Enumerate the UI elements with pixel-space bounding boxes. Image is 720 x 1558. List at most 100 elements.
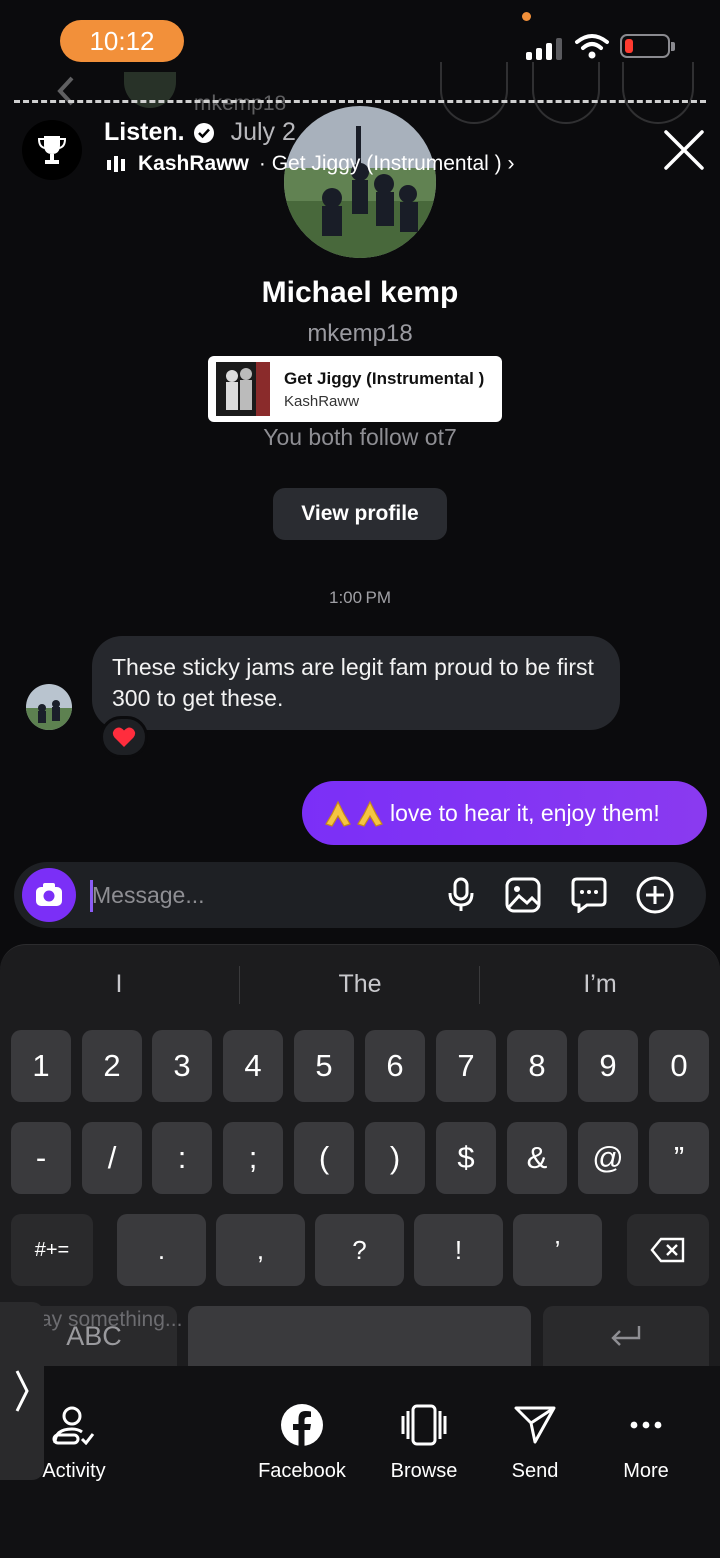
browse-button[interactable]: Browse xyxy=(369,1396,479,1483)
profile-name: Michael kemp xyxy=(261,276,459,309)
ghost-header-handle: mkemp18 xyxy=(194,92,287,115)
key[interactable]: & xyxy=(507,1122,567,1194)
heart-icon xyxy=(112,727,136,747)
action-label: Activity xyxy=(42,1460,106,1482)
add-content-button[interactable] xyxy=(634,874,676,916)
facebook-icon xyxy=(281,1404,323,1447)
backspace-icon xyxy=(650,1237,685,1263)
gallery-button[interactable] xyxy=(502,874,544,916)
key[interactable]: 8 xyxy=(507,1030,567,1102)
outgoing-message-bubble[interactable]: love to hear it, enjoy them! xyxy=(302,781,707,845)
story-account-avatar[interactable] xyxy=(22,120,82,180)
wifi-icon xyxy=(575,34,609,59)
key[interactable]: ! xyxy=(414,1214,503,1286)
story-date: July 2 xyxy=(230,118,296,146)
profile-avatar[interactable] xyxy=(284,106,436,258)
more-button[interactable]: More xyxy=(591,1396,701,1483)
suggestion-3[interactable]: I’m xyxy=(481,970,719,1006)
story-progress-bar xyxy=(14,100,706,103)
key[interactable]: ’ xyxy=(513,1214,602,1286)
sticker-song-title: Get Jiggy (Instrumental ) xyxy=(284,368,485,388)
close-icon[interactable] xyxy=(662,128,706,172)
battery-icon xyxy=(620,34,675,58)
key[interactable]: ( xyxy=(294,1122,354,1194)
verified-badge-icon xyxy=(193,122,214,143)
key[interactable]: ; xyxy=(223,1122,283,1194)
key[interactable]: ) xyxy=(365,1122,425,1194)
key[interactable]: 3 xyxy=(152,1030,212,1102)
action-label: Send xyxy=(511,1460,559,1482)
key[interactable]: 9 xyxy=(578,1030,638,1102)
action-label: Browse xyxy=(390,1460,458,1482)
delete-key[interactable] xyxy=(627,1214,709,1286)
image-icon xyxy=(505,877,541,913)
trophy-icon xyxy=(37,136,67,164)
action-label: Facebook xyxy=(258,1460,346,1482)
key[interactable]: $ xyxy=(436,1122,496,1194)
profile-handle: mkemp18 xyxy=(307,320,413,347)
sender-avatar[interactable] xyxy=(26,684,72,730)
facebook-button[interactable]: Facebook xyxy=(247,1396,357,1483)
key[interactable]: . xyxy=(117,1214,206,1286)
space-key[interactable] xyxy=(188,1306,531,1366)
praying-hands-emoji xyxy=(322,798,386,828)
status-time: 10:12 xyxy=(60,20,184,62)
send-button[interactable]: Send xyxy=(480,1396,590,1483)
suggestion-divider xyxy=(479,966,480,1004)
key[interactable]: 6 xyxy=(365,1030,425,1102)
suggestion-1[interactable]: I xyxy=(0,970,238,1006)
incoming-message-bubble[interactable]: These sticky jams are legit fam proud to… xyxy=(92,636,620,730)
story-artist: KashRaww xyxy=(138,152,249,175)
ghost-phone-circle xyxy=(532,62,600,124)
ghost-audio-call-circle xyxy=(440,62,508,124)
sticker-button[interactable] xyxy=(568,874,610,916)
sticker-artist: KashRaww xyxy=(284,392,360,410)
key[interactable]: 7 xyxy=(436,1030,496,1102)
story-song: · Get Jiggy (Instrumental ) › xyxy=(258,152,515,175)
key[interactable]: 2 xyxy=(82,1030,142,1102)
message-timestamp: 1:00 PM xyxy=(329,588,391,607)
view-profile-button[interactable]: View profile xyxy=(273,488,447,540)
more-icon xyxy=(630,1421,662,1429)
audio-bars-icon xyxy=(107,156,125,172)
message-input[interactable] xyxy=(92,872,422,918)
cellular-signal-icon xyxy=(526,36,566,60)
mutual-follow-text: You both follow ot7 xyxy=(263,424,457,450)
key[interactable]: ? xyxy=(315,1214,404,1286)
key[interactable]: 5 xyxy=(294,1030,354,1102)
key[interactable]: , xyxy=(216,1214,305,1286)
ghost-video-circle xyxy=(622,62,694,124)
action-label: More xyxy=(623,1460,669,1482)
camera-button[interactable] xyxy=(22,868,76,922)
key[interactable]: / xyxy=(82,1122,142,1194)
camera-icon xyxy=(36,883,62,906)
symbols-shift-key[interactable]: #+= xyxy=(11,1214,93,1286)
story-username-row[interactable]: Listen. July 2 xyxy=(104,118,296,147)
key[interactable]: @ xyxy=(578,1122,638,1194)
album-art xyxy=(216,362,270,416)
story-username: Listen. xyxy=(104,118,185,146)
key[interactable]: 4 xyxy=(223,1030,283,1102)
ghost-input-text: ay something... xyxy=(40,1308,183,1331)
microphone-button[interactable] xyxy=(440,874,482,916)
activity-button[interactable]: Activity xyxy=(19,1396,129,1483)
key[interactable]: : xyxy=(152,1122,212,1194)
story-music-attribution[interactable]: KashRaww · Get Jiggy (Instrumental ) › xyxy=(106,152,514,176)
suggestion-divider xyxy=(239,966,240,1004)
return-key[interactable] xyxy=(543,1306,709,1366)
microphone-icon xyxy=(448,877,474,911)
key[interactable]: - xyxy=(11,1122,71,1194)
key[interactable]: 0 xyxy=(649,1030,709,1102)
privacy-indicator-dot xyxy=(522,12,531,21)
activity-icon xyxy=(52,1406,95,1445)
key[interactable]: 1 xyxy=(11,1030,71,1102)
chat-sticker-icon xyxy=(571,877,607,913)
music-sticker[interactable]: Get Jiggy (Instrumental ) KashRaww xyxy=(208,356,502,422)
plus-circle-icon xyxy=(636,876,674,914)
return-icon xyxy=(611,1326,641,1346)
message-reaction[interactable] xyxy=(100,716,148,758)
browse-icon xyxy=(401,1404,447,1446)
outgoing-message-text: love to hear it, enjoy them! xyxy=(390,799,660,826)
suggestion-2[interactable]: The xyxy=(241,970,479,1006)
key[interactable]: ” xyxy=(649,1122,709,1194)
